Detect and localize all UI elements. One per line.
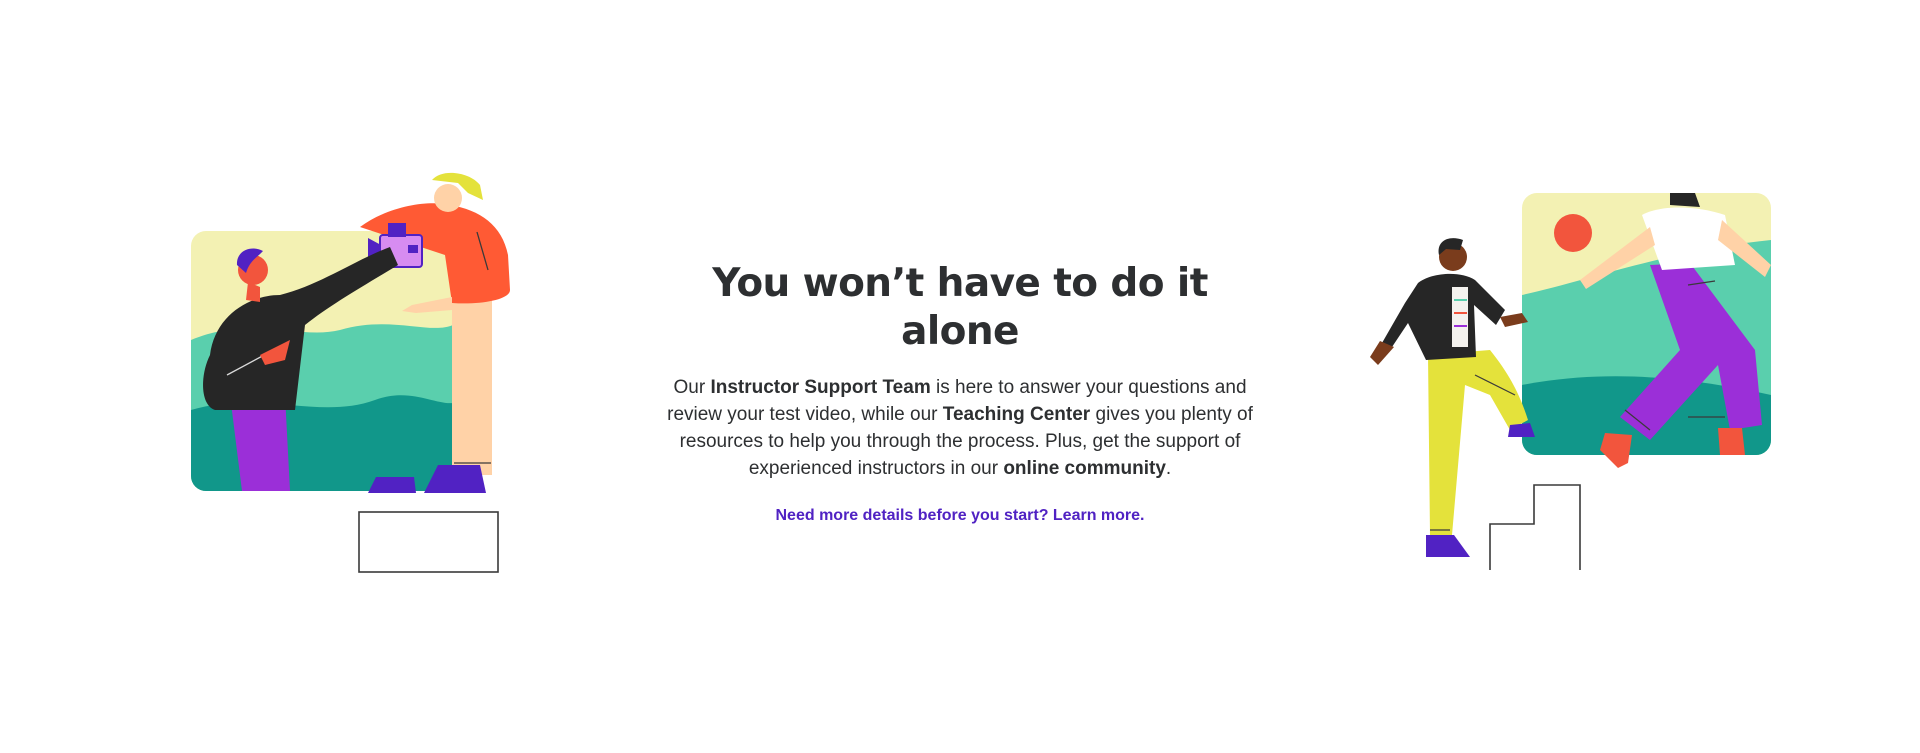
steps-outline [1489,484,1581,570]
online-community-text: online community [1003,458,1166,479]
description-text: . [1165,458,1172,479]
pedestal-box [358,511,499,573]
teaching-center-text: Teaching Center [942,404,1091,425]
right-climbing-illustration [1370,193,1771,570]
hero-description: Our Instructor Support Team is here to a… [665,374,1255,482]
man-climbing [1370,238,1535,557]
hero-title: You won’t have to do it alone [712,261,1208,354]
instructor-support-team-text: Instructor Support Team [710,377,931,398]
learn-more-link[interactable]: Need more details before you start? Lear… [776,507,1145,525]
description-text: Our [673,377,711,398]
left-video-recording-illustration [191,172,510,573]
hero-section: You won’t have to do it alone Our Instru… [665,260,1255,525]
